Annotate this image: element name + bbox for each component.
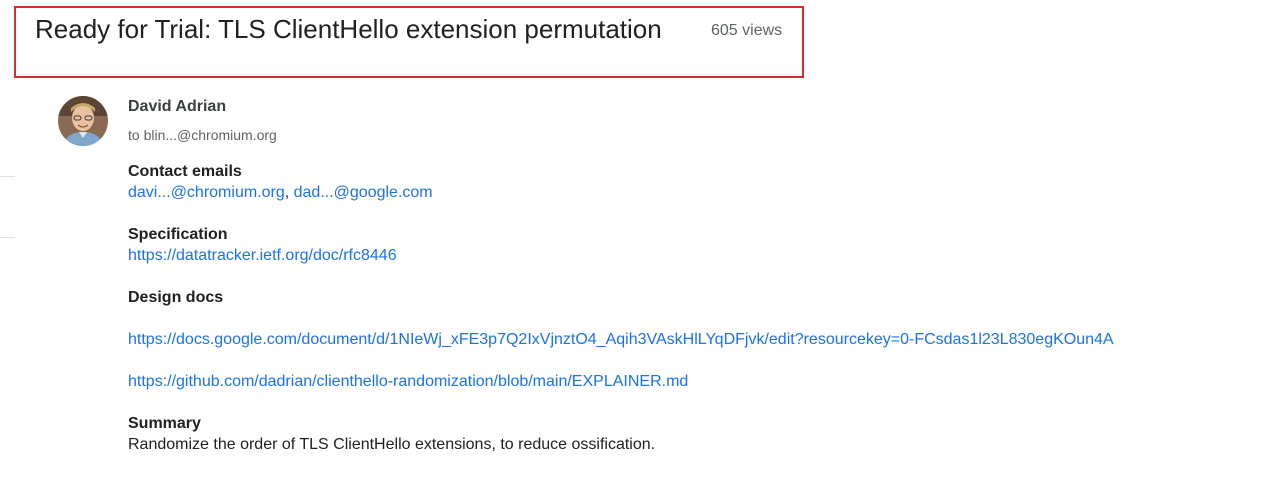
avatar-photo (58, 96, 108, 146)
specification-heading: Specification (128, 226, 228, 243)
design-doc-link[interactable]: https://docs.google.com/document/d/1NIeW… (128, 330, 1114, 350)
summary-heading: Summary (128, 415, 201, 432)
contact-emails-line: davi...@chromium.org, dad...@google.com (128, 183, 433, 203)
left-divider (0, 237, 15, 238)
specification-link[interactable]: https://datatracker.ietf.org/doc/rfc8446 (128, 246, 397, 266)
design-docs-heading: Design docs (128, 289, 224, 306)
summary-text: Randomize the order of TLS ClientHello e… (128, 436, 656, 453)
contact-email-link[interactable]: dad...@google.com (294, 184, 433, 201)
thread-title: Ready for Trial: TLS ClientHello extensi… (35, 14, 662, 44)
sender-name[interactable]: David Adrian (128, 97, 226, 117)
email-separator: , (284, 184, 294, 201)
left-divider (0, 176, 15, 177)
view-count: 605 views (711, 22, 783, 39)
contact-email-link[interactable]: davi...@chromium.org (128, 184, 285, 201)
recipient-line[interactable]: to blin...@chromium.org (128, 126, 277, 144)
thread-page: Ready for Trial: TLS ClientHello extensi… (0, 0, 1284, 487)
design-doc-link[interactable]: https://github.com/dadrian/clienthello-r… (128, 372, 688, 392)
contact-emails-heading: Contact emails (128, 163, 242, 180)
avatar[interactable] (58, 96, 108, 146)
